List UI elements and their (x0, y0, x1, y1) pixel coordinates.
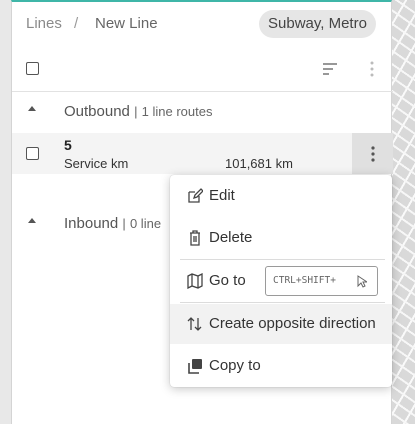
transport-mode-chip[interactable]: Subway, Metro (259, 10, 376, 38)
route-row[interactable]: 5 Service km 101,681 km (12, 133, 393, 174)
select-all-checkbox[interactable] (26, 62, 39, 75)
section-count: 0 line (129, 216, 162, 231)
row-checkbox[interactable] (26, 147, 39, 160)
map-icon (187, 273, 203, 289)
filter-sort-icon[interactable] (320, 59, 340, 79)
menu-item-delete[interactable]: Delete (170, 218, 392, 258)
breadcrumb-lines[interactable]: Lines (26, 15, 62, 32)
header: Lines / New Line Subway, Metro (12, 2, 393, 46)
section-count: 1 line routes (141, 104, 213, 119)
trash-icon (190, 230, 200, 246)
more-vert-icon[interactable] (362, 59, 382, 79)
context-menu: Edit Delete Go to CTRL+SHIFT+ Create opp… (170, 175, 392, 387)
menu-item-edit[interactable]: Edit (170, 176, 392, 216)
swap-vert-icon (187, 317, 202, 331)
section-title: Outbound | 1 line routes (64, 103, 213, 120)
caret-up-icon[interactable] (28, 106, 36, 111)
caret-up-icon[interactable] (28, 218, 36, 223)
section-outbound[interactable]: Outbound | 1 line routes (12, 92, 393, 132)
list-toolbar (12, 46, 393, 92)
menu-item-goto[interactable]: Go to CTRL+SHIFT+ (170, 261, 392, 301)
edit-icon (188, 188, 203, 203)
metric-label: Service km (64, 156, 129, 171)
breadcrumb-current: New Line (95, 15, 158, 32)
menu-divider (180, 259, 385, 260)
route-name: 5 (64, 137, 72, 153)
menu-divider (180, 302, 385, 303)
row-more-button[interactable] (352, 133, 393, 174)
section-title: Inbound | 0 line (64, 215, 162, 232)
copy-icon (188, 359, 202, 374)
goto-shortcut-field[interactable]: CTRL+SHIFT+ (265, 266, 378, 296)
breadcrumb-separator: / (74, 15, 79, 32)
metric-value: 101,681 km (225, 156, 293, 171)
cursor-icon (357, 275, 367, 288)
menu-item-create-opposite[interactable]: Create opposite direction (170, 304, 392, 344)
map-background[interactable] (390, 0, 415, 424)
menu-item-copy-to[interactable]: Copy to (170, 346, 392, 386)
more-vert-icon (370, 145, 375, 162)
